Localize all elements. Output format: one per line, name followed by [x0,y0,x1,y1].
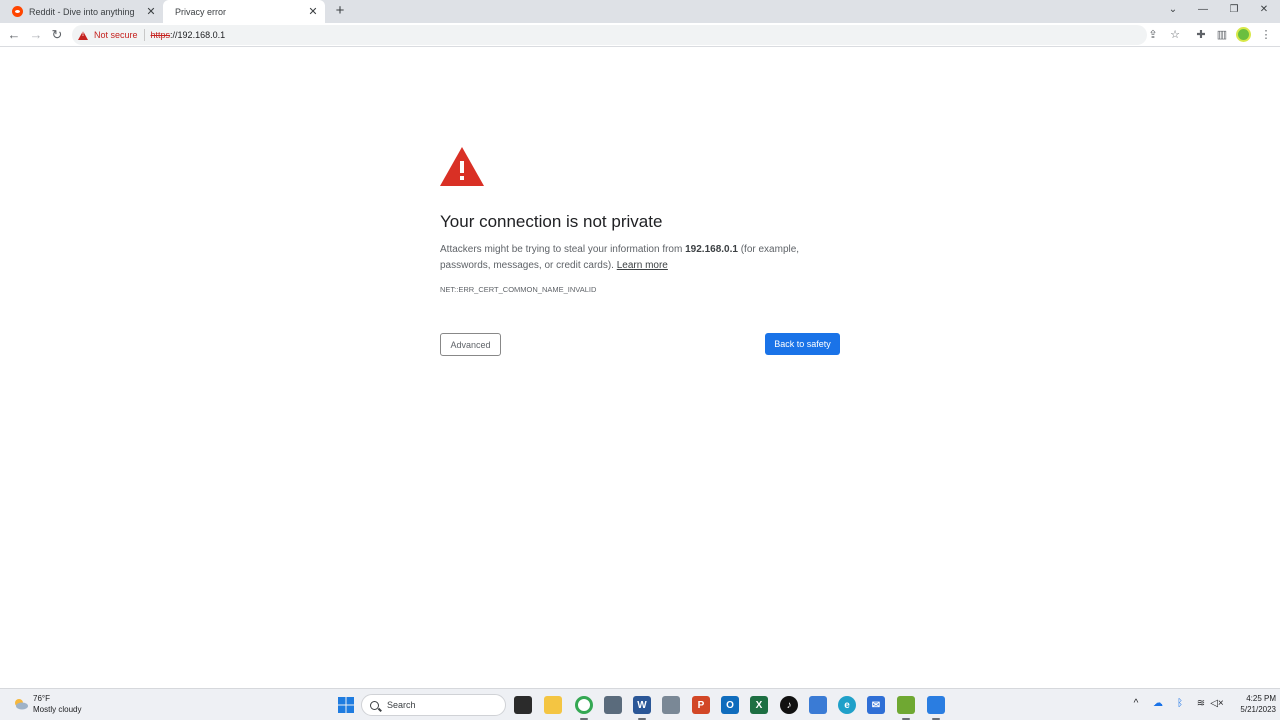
show-hidden-icons-chevron-icon[interactable]: ^ [1129,698,1143,709]
file-explorer-icon[interactable] [544,696,562,714]
forward-arrow-icon[interactable]: → [27,26,45,44]
outlook-new-icon[interactable] [927,696,945,714]
mail-icon[interactable]: ✉ [867,696,885,714]
address-bar[interactable]: Not secure https://192.168.0.1 [72,25,1147,45]
edge-icon[interactable]: e [838,696,856,714]
tab-title: Reddit - Dive into anything [29,6,135,17]
bookmark-star-icon[interactable]: ☆ [1166,26,1184,44]
host-name: 192.168.0.1 [685,244,738,255]
extensions-puzzle-icon[interactable]: ✚ [1192,26,1210,44]
tab-privacy-error[interactable]: Privacy error ✕ [163,0,325,23]
search-icon [370,700,379,710]
calculator-icon[interactable] [604,696,622,714]
warning-description: Attackers might be trying to steal your … [440,242,840,274]
excel-icon[interactable]: X [750,696,768,714]
learn-more-link[interactable]: Learn more [617,260,668,271]
tab-close-icon[interactable]: ✕ [143,5,159,18]
clock-time[interactable]: 4:25 PM [1236,694,1276,703]
tab-search-chevron-icon[interactable]: ⌄ [1158,0,1188,23]
clock-date[interactable]: 5/21/2023 [1226,705,1276,714]
advanced-button[interactable]: Advanced [440,333,501,356]
camera-icon[interactable] [662,696,680,714]
reload-icon[interactable]: ↻ [48,26,66,44]
weather-cloud-icon[interactable] [13,698,29,710]
warning-triangle-icon [440,147,484,186]
share-icon[interactable]: ⇪ [1144,26,1162,44]
weather-temperature[interactable]: 76°F [33,694,50,703]
notepad-icon[interactable] [809,696,827,714]
tiktok-icon[interactable]: ♪ [780,696,798,714]
description-text: Attackers might be trying to steal your … [440,244,686,255]
wifi-icon[interactable]: ≋ [1194,698,1208,709]
restore-icon[interactable]: ❐ [1219,0,1249,23]
browser-toolbar: ← → ↻ Not secure https://192.168.0.1 ⇪ ☆… [0,23,1280,47]
warning-triangle-icon[interactable] [78,30,88,40]
menu-kebab-icon[interactable]: ⋮ [1257,26,1275,44]
security-chip[interactable]: Not secure [94,30,138,40]
tab-strip: Reddit - Dive into anything ✕ Privacy er… [0,0,1280,23]
window-close-icon[interactable]: ✕ [1249,0,1279,23]
weather-description[interactable]: Mostly cloudy [33,705,81,714]
new-tab-plus-icon[interactable]: + [331,2,349,20]
tab-reddit[interactable]: Reddit - Dive into anything ✕ [0,0,163,23]
bluestacks-icon[interactable] [897,696,915,714]
onedrive-cloud-icon[interactable]: ☁ [1151,698,1165,709]
volume-muted-icon[interactable]: ◁× [1210,698,1224,709]
chrome-icon[interactable] [575,696,593,714]
page-title: Your connection is not private [440,212,663,231]
bluetooth-icon[interactable]: ᛒ [1173,698,1187,709]
url-host: ://192.168.0.1 [170,30,226,40]
tab-title: Privacy error [175,6,227,17]
error-code: NET::ERR_CERT_COMMON_NAME_INVALID [440,285,597,294]
profile-avatar[interactable] [1236,27,1251,42]
task-view-icon[interactable] [514,696,532,714]
reddit-favicon-icon [12,6,23,17]
back-arrow-icon[interactable]: ← [5,26,23,44]
search-label: Search [387,700,416,710]
tab-close-icon[interactable]: ✕ [305,5,321,18]
powerpoint-icon[interactable]: P [692,696,710,714]
word-icon[interactable]: W [633,696,651,714]
back-to-safety-button[interactable]: Back to safety [765,333,840,355]
divider [143,29,145,41]
windows-start-icon[interactable] [337,696,355,714]
minimize-icon[interactable]: — [1188,0,1218,23]
taskbar-search[interactable]: Search [361,694,506,716]
side-panel-icon[interactable]: ▥ [1213,26,1231,44]
outlook-icon[interactable]: O [721,696,739,714]
windows-taskbar: 76°F Mostly cloudy Search W P O X ♪ e ✉ … [0,688,1280,720]
url-scheme: https [150,30,171,40]
